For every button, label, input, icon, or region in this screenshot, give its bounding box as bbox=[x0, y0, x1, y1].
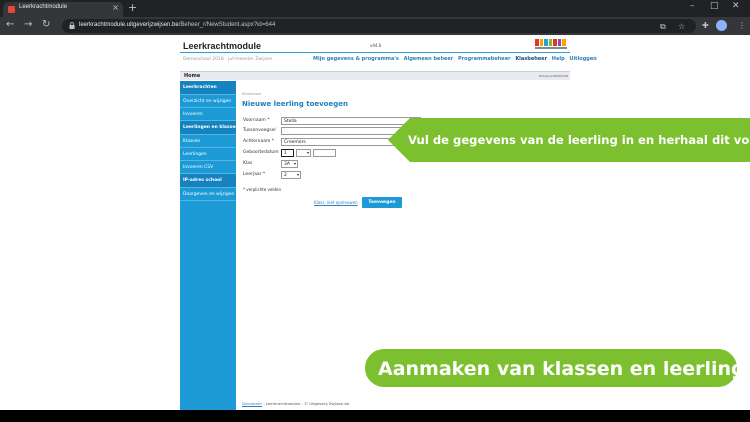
page-title: Nieuwe leerling toevoegen bbox=[242, 100, 348, 108]
school-name: Demoschool 2018 - juf-meester Zwijsen bbox=[183, 57, 273, 62]
voornaam-label: Voornaam * bbox=[243, 118, 270, 123]
profile-avatar[interactable] bbox=[716, 20, 727, 31]
window-close-icon[interactable]: ✕ bbox=[732, 1, 740, 11]
chevron-down-icon: ▾ bbox=[293, 161, 296, 166]
required-note: * verplichte velden bbox=[243, 187, 282, 192]
page-footer: Disclaimer - Leerkrachtmodule - © Uitgev… bbox=[242, 401, 349, 406]
sidebar-item-overzicht-en-wijzigen[interactable]: Overzicht en wijzigen bbox=[180, 95, 236, 108]
home-link[interactable]: Home bbox=[184, 73, 200, 79]
new-tab-icon[interactable]: + bbox=[128, 1, 137, 14]
browser-tabbar: Leerkrachtmodule × + – □ ✕ bbox=[0, 0, 750, 17]
brand-title: Leerkrachtmodule bbox=[183, 41, 262, 51]
leerjaar-label: Leerjaar * bbox=[243, 172, 266, 177]
minimize-icon[interactable]: – bbox=[690, 1, 695, 11]
logo-block bbox=[548, 39, 553, 46]
favicon-icon bbox=[8, 6, 15, 13]
nav-klasbeheer[interactable]: Klasbeheer bbox=[515, 56, 547, 62]
logo-block bbox=[553, 39, 557, 46]
share-icon[interactable]: ⧉ bbox=[660, 22, 666, 32]
nav-mijn-gegevens[interactable]: Mijn gegevens & programma's bbox=[313, 56, 399, 62]
logo-block bbox=[562, 39, 567, 46]
nav-programmabeheer[interactable]: Programmabeheer bbox=[458, 56, 511, 62]
extensions-icon[interactable]: ✚ bbox=[702, 21, 709, 30]
disclaimer-link[interactable]: Disclaimer bbox=[242, 401, 262, 406]
sidebar-item-klassen[interactable]: Klassen bbox=[180, 135, 236, 148]
caption-text: Aanmaken van klassen en leerlingen bbox=[378, 358, 750, 380]
chevron-down-icon: ▾ bbox=[296, 172, 299, 177]
nav-help[interactable]: Help bbox=[552, 56, 565, 62]
url-path: /Beheer_r/NewStudent.aspx?id=644 bbox=[178, 22, 276, 28]
callout-text: Vul de gegevens van de leerling in en he… bbox=[408, 133, 750, 147]
back-icon[interactable]: ← bbox=[6, 19, 14, 30]
logo-block bbox=[535, 39, 539, 46]
cancel-link[interactable]: Klaar, niet opnieuwen bbox=[314, 200, 358, 205]
tab-title: Leerkrachtmodule bbox=[19, 4, 68, 10]
sidebar-item-leerlingen-en-klassen[interactable]: Leerlingen en klassen bbox=[180, 121, 236, 135]
home-bar: Home Beheer/LKENGT/KN bbox=[180, 71, 570, 80]
version-label: v44.6 bbox=[370, 43, 382, 48]
url-text: leerkrachtmodule.uitgeverijzwijsen.be/Be… bbox=[79, 22, 275, 28]
achternaam-label: Achternaam * bbox=[243, 139, 275, 144]
menu-icon[interactable]: ⋮ bbox=[738, 21, 746, 30]
birth-day-select[interactable]: 1 bbox=[281, 149, 294, 157]
birth-day-value: 1 bbox=[284, 151, 287, 156]
sidebar-item-ip-adres-school[interactable]: IP-adres school bbox=[180, 174, 236, 188]
geboortedatum-label: Geboortedatum bbox=[243, 150, 279, 155]
page-code: Beheer/LKENGT/KN bbox=[539, 74, 568, 78]
klas-select[interactable]: 3A ▾ bbox=[281, 160, 298, 168]
sidebar-item-doorgeven-en-wijzigen[interactable]: Doorgeven en wijzigen bbox=[180, 188, 236, 201]
caption-banner: Aanmaken van klassen en leerlingen bbox=[362, 346, 750, 390]
browser-toolbar: ← → ↻ leerkrachtmodule.uitgeverijzwijsen… bbox=[0, 17, 750, 35]
birth-month-select[interactable]: ▾ bbox=[296, 149, 311, 157]
klas-label: Klas bbox=[243, 161, 253, 166]
logo-block bbox=[539, 39, 544, 46]
reload-icon[interactable]: ↻ bbox=[42, 19, 50, 30]
bottom-letterbox bbox=[0, 410, 750, 422]
lock-icon bbox=[69, 22, 75, 29]
footer-text: - Leerkrachtmodule - © Uitgeverij Zwijse… bbox=[262, 401, 350, 406]
sidebar-item-leerlingen[interactable]: Leerlingen bbox=[180, 148, 236, 161]
address-bar[interactable]: leerkrachtmodule.uitgeverijzwijsen.be/Be… bbox=[62, 19, 696, 33]
chevron-down-icon: ▾ bbox=[306, 150, 309, 155]
header-divider bbox=[180, 52, 570, 53]
tab-close-icon[interactable]: × bbox=[112, 3, 119, 12]
leerjaar-value: 2 bbox=[284, 173, 287, 178]
sidebar-item-invoeren[interactable]: Invoeren bbox=[180, 108, 236, 121]
breadcrumb[interactable]: Klasbeheer bbox=[242, 92, 262, 96]
nav-uitloggen[interactable]: Uitloggen bbox=[569, 56, 596, 62]
sidebar-item-leerkrachten[interactable]: Leerkrachten bbox=[180, 81, 236, 95]
logo-block bbox=[544, 39, 548, 46]
url-domain: leerkrachtmodule.uitgeverijzwijsen.be bbox=[79, 22, 179, 28]
logo-tagline bbox=[535, 47, 567, 49]
forward-icon[interactable]: → bbox=[24, 19, 32, 30]
maximize-icon[interactable]: □ bbox=[710, 1, 719, 11]
browser-tab[interactable]: Leerkrachtmodule × bbox=[3, 2, 123, 17]
logo-block bbox=[557, 39, 562, 46]
tussenvoegsel-label: Tussenvoegsel bbox=[243, 128, 276, 133]
top-nav: Mijn gegevens & programma's Algemeen beh… bbox=[310, 56, 597, 62]
bookmark-star-icon[interactable]: ☆ bbox=[678, 22, 685, 31]
birth-year-input[interactable] bbox=[313, 149, 336, 157]
nav-algemeen-beheer[interactable]: Algemeen beheer bbox=[404, 56, 454, 62]
screen: Leerkrachtmodule × + – □ ✕ ← → ↻ leerkra… bbox=[0, 0, 750, 422]
instruction-callout: Vul de gegevens van de leerling in en he… bbox=[388, 118, 750, 162]
sidebar: Leerkrachten Overzicht en wijzigen Invoere… bbox=[180, 81, 236, 410]
klas-value: 3A bbox=[284, 162, 290, 167]
sidebar-item-invoeren-csv[interactable]: Invoeren CSV bbox=[180, 161, 236, 174]
add-student-button[interactable]: Toevoegen bbox=[362, 197, 402, 208]
leerjaar-select[interactable]: 2 ▾ bbox=[281, 171, 301, 179]
